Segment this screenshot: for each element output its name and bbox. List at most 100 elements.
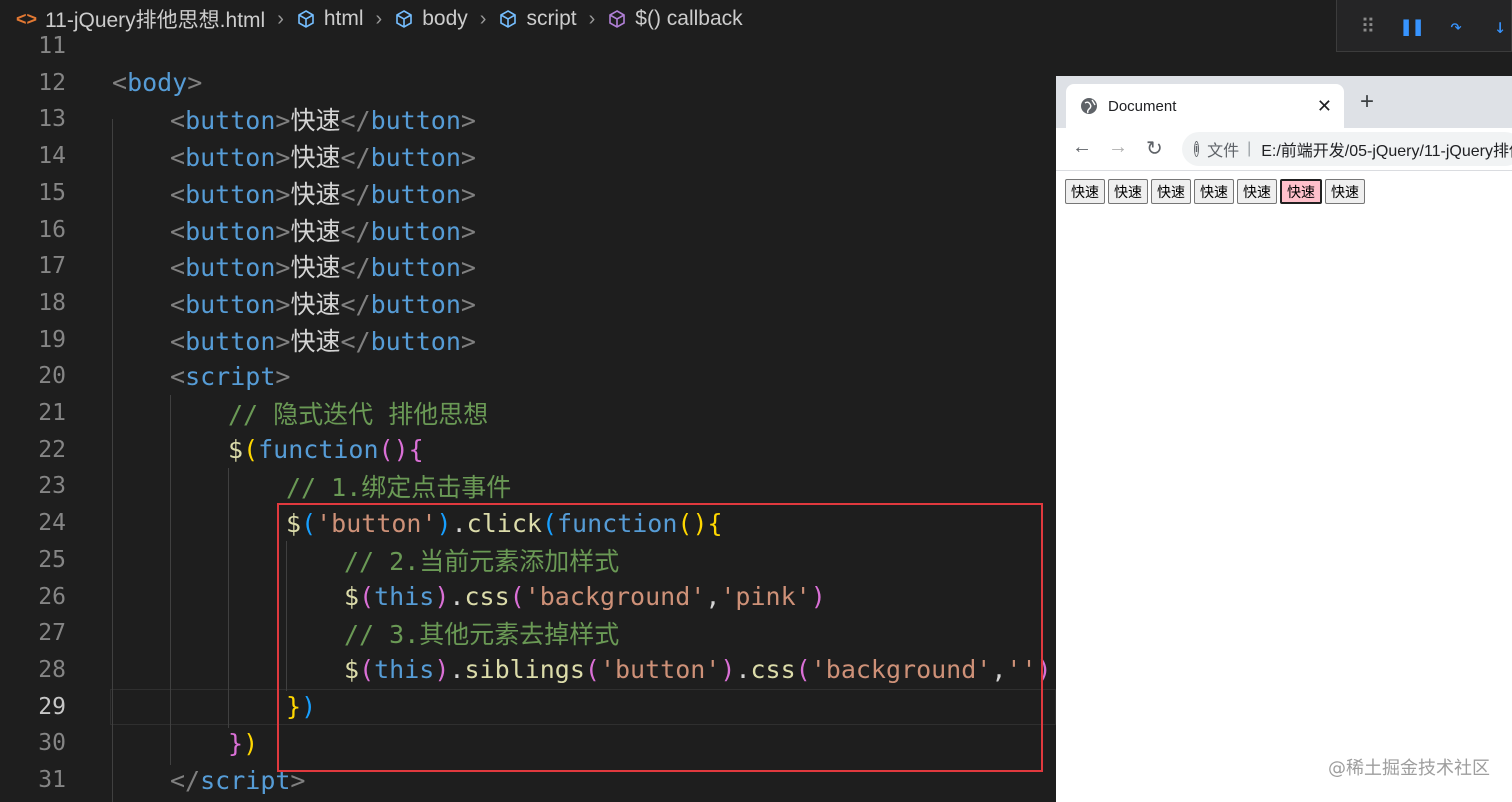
line-number: 19 (38, 326, 66, 353)
line-number: 23 (38, 473, 66, 500)
code-token: < (170, 179, 186, 209)
code-token: > (275, 326, 291, 356)
symbol-cube-icon (396, 10, 413, 28)
line-number: 17 (38, 253, 66, 280)
site-label: 文件 (1207, 143, 1240, 160)
code-token: < (170, 361, 186, 391)
new-tab-button[interactable]: + (1360, 88, 1374, 116)
page-button-kuaisu[interactable]: 快速 (1237, 179, 1277, 204)
page-button-kuaisu[interactable]: 快速 (1280, 179, 1322, 204)
back-icon[interactable]: ← (1072, 136, 1092, 159)
code-token: > (275, 216, 291, 246)
code-token: () (378, 435, 409, 465)
line-number: 18 (38, 289, 66, 316)
code-token: button (185, 216, 276, 246)
code-token: > (460, 106, 476, 136)
code-line: 22 $(function(){ (0, 432, 1056, 468)
code-line: 12 <body> (0, 65, 1056, 101)
code-line: 21 // 隐式迭代 排他思想 (0, 395, 1056, 431)
line-number: 13 (38, 106, 66, 133)
close-tab-icon[interactable]: ✕ (1317, 96, 1332, 117)
page-button-kuaisu[interactable]: 快速 (1194, 179, 1234, 204)
code-text: <button>快速</button> (170, 285, 476, 321)
line-number: 25 (38, 546, 66, 573)
forward-icon[interactable]: → (1108, 136, 1128, 159)
code-token: button (185, 143, 276, 173)
code-token: < (170, 326, 186, 356)
code-text: // 隐式迭代 排他思想 (228, 395, 488, 431)
pause-icon[interactable]: ❚❚ (1400, 14, 1424, 38)
code-token: button (370, 253, 461, 283)
code-token: > (460, 216, 476, 246)
code-token: button (370, 216, 461, 246)
code-token: 快速 (290, 143, 341, 173)
line-number: 16 (38, 216, 66, 243)
symbol-method-icon (609, 10, 626, 28)
code-token: 快速 (290, 253, 341, 283)
code-text: // 1.绑定点击事件 (286, 468, 511, 504)
code-token: // 隐式迭代 排他思想 (228, 400, 489, 429)
globe-icon (1081, 98, 1097, 114)
browser-tab[interactable]: Document ✕ (1066, 84, 1344, 128)
code-token: > (460, 253, 476, 283)
code-token: ( (243, 435, 259, 465)
html-file-icon: <> (16, 8, 38, 29)
code-token: 快速 (290, 326, 341, 356)
code-token: > (275, 289, 291, 319)
code-token: </ (340, 326, 371, 356)
code-token: function (258, 435, 379, 465)
drag-grip-icon[interactable]: ⠿ (1357, 14, 1379, 38)
tab-title: Document (1108, 97, 1177, 115)
page-button-kuaisu[interactable]: 快速 (1108, 179, 1148, 204)
address-bar[interactable]: i 文件 | E:/前端开发/05-jQuery/11-jQuery排他思想.h… (1182, 132, 1512, 166)
browser-window: Document ✕ + ← → ↻ i 文件 | E:/前端开发/05-jQu… (1056, 76, 1512, 802)
omnibox-divider: | (1247, 140, 1252, 157)
annotation-highlight-box (277, 503, 1043, 772)
code-text: <button>快速</button> (170, 138, 476, 174)
code-token: < (170, 216, 186, 246)
line-number: 20 (38, 363, 66, 390)
code-token: > (460, 179, 476, 209)
step-over-icon[interactable]: ↷ (1445, 14, 1467, 38)
code-token: button (185, 326, 276, 356)
code-token: > (275, 361, 291, 391)
code-token: < (170, 143, 186, 173)
code-token: </ (340, 106, 371, 136)
code-text: <button>快速</button> (170, 101, 476, 137)
line-number: 21 (38, 400, 66, 426)
line-number: 29 (38, 693, 66, 720)
code-token: 快速 (290, 179, 341, 209)
code-line: 15 <button>快速</button> (0, 175, 1056, 211)
code-token: script (185, 361, 276, 391)
page-button-kuaisu[interactable]: 快速 (1151, 179, 1191, 204)
page-button-kuaisu[interactable]: 快速 (1325, 179, 1365, 204)
line-number: 15 (38, 179, 66, 206)
info-icon[interactable]: i (1194, 141, 1200, 157)
code-token: < (112, 68, 128, 98)
code-token: > (460, 289, 476, 319)
code-token: $ (228, 435, 244, 465)
line-number: 24 (38, 510, 66, 537)
symbol-cube-icon (500, 10, 517, 28)
code-token: button (185, 253, 276, 283)
code-text: $(function(){ (228, 435, 424, 464)
code-token: button (370, 143, 461, 173)
code-line: 14 <button>快速</button> (0, 138, 1056, 174)
code-token: </ (340, 179, 371, 209)
code-token: > (187, 68, 203, 98)
code-text: }) (228, 729, 258, 758)
browser-toolbar: ← → ↻ i 文件 | E:/前端开发/05-jQuery/11-jQuery… (1056, 128, 1512, 171)
url-text[interactable]: E:/前端开发/05-jQuery/11-jQuery排他思想.html (1261, 137, 1512, 161)
code-token: // 1.绑定点击事件 (286, 473, 512, 503)
code-token: > (460, 143, 476, 173)
reload-icon[interactable]: ↻ (1146, 136, 1163, 161)
code-line: 13 <button>快速</button> (0, 101, 1056, 137)
line-number: 31 (38, 767, 66, 793)
code-text: <button>快速</button> (170, 175, 476, 211)
page-button-kuaisu[interactable]: 快速 (1065, 179, 1105, 204)
code-token: </ (340, 143, 371, 173)
code-text: <button>快速</button> (170, 248, 476, 284)
code-line: 16 <button>快速</button> (0, 212, 1056, 248)
step-into-icon[interactable]: ↓ (1489, 14, 1511, 38)
code-editor[interactable]: 11 12 <body> 13 <button>快速</button> 14 <button… (0, 33, 1056, 802)
